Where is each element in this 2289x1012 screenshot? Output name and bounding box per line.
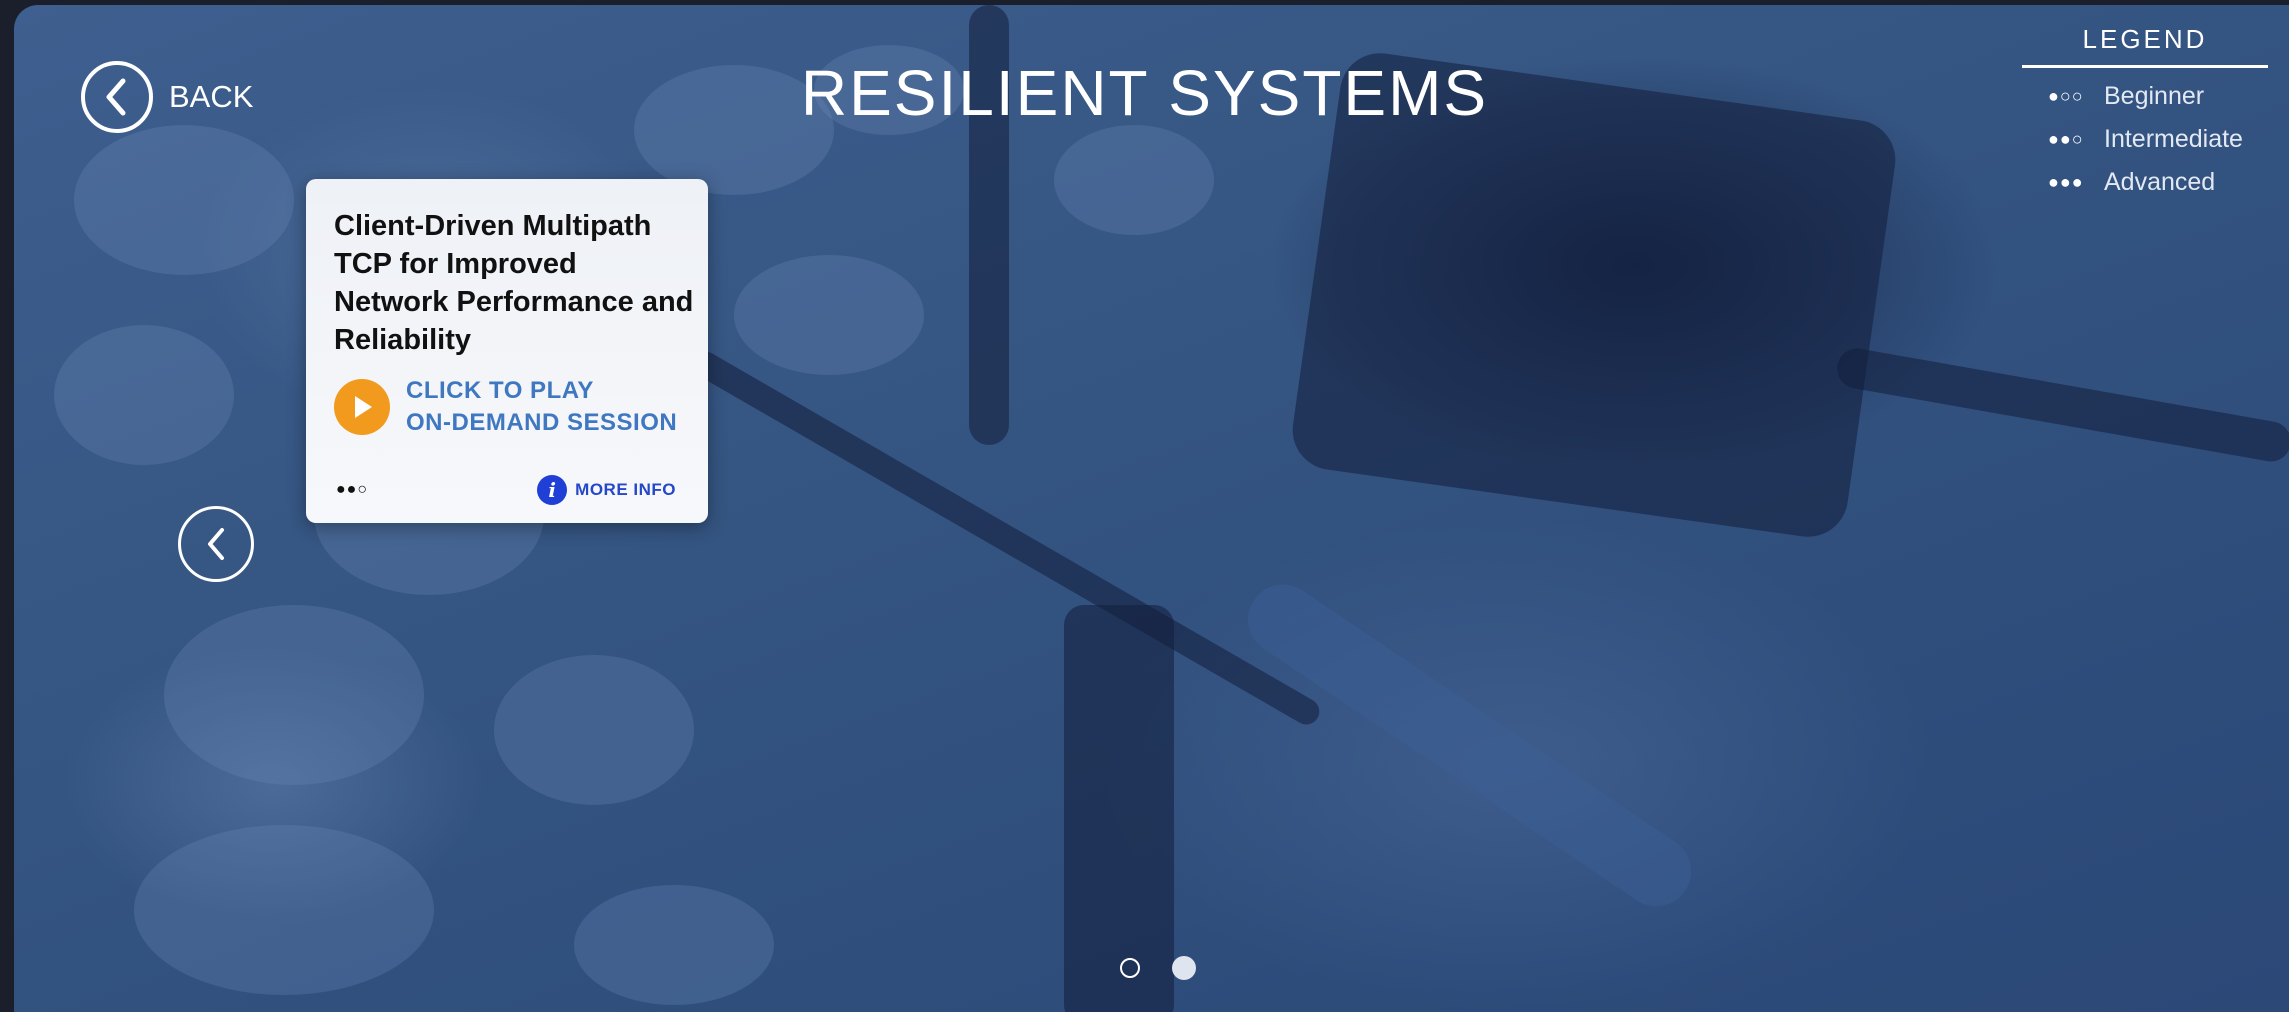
legend-title: LEGEND <box>2022 24 2268 68</box>
info-icon: i <box>537 475 568 505</box>
carousel-prev-button[interactable] <box>178 506 254 582</box>
level-dots: ●●● <box>2048 172 2084 192</box>
play-label-line2: ON-DEMAND SESSION <box>406 409 678 436</box>
play-label-line1: CLICK TO PLAY <box>406 377 594 404</box>
chevron-left-icon <box>81 61 153 133</box>
more-info-label: MORE INFO <box>575 480 676 499</box>
legend-label: Advanced <box>2104 168 2216 196</box>
session-card[interactable]: Client-Driven Multipath TCP for Improved… <box>306 179 708 523</box>
legend-label: Intermediate <box>2104 125 2243 153</box>
play-session-label: CLICK TO PLAY ON-DEMAND SESSION <box>406 375 677 439</box>
back-button[interactable]: BACK <box>81 61 253 133</box>
legend-label: Beginner <box>2104 82 2205 110</box>
legend-item-beginner: ●○○ Beginner <box>2048 82 2268 111</box>
play-icon <box>334 379 390 435</box>
legend: LEGEND ●○○ Beginner ●●○ Intermediate ●●●… <box>2022 24 2268 197</box>
chevron-left-icon <box>208 528 224 560</box>
page-title: RESILIENT SYSTEMS <box>800 57 1489 129</box>
session-title: Client-Driven Multipath TCP for Improved… <box>334 210 694 356</box>
back-label: BACK <box>169 79 254 114</box>
pagination-dot-2-active[interactable] <box>1172 956 1196 980</box>
legend-item-advanced: ●●● Advanced <box>2048 168 2268 197</box>
pagination-dot-1[interactable] <box>1120 958 1140 978</box>
legend-item-intermediate: ●●○ Intermediate <box>2048 125 2268 154</box>
session-level-dots: ●●○ <box>336 481 368 498</box>
level-dots: ●●○ <box>2048 129 2084 149</box>
carousel-pagination <box>1120 956 1228 980</box>
level-dots: ●○○ <box>2048 86 2084 106</box>
more-info-button[interactable]: i MORE INFO <box>537 475 676 505</box>
play-session-button[interactable]: CLICK TO PLAY ON-DEMAND SESSION <box>334 375 677 439</box>
